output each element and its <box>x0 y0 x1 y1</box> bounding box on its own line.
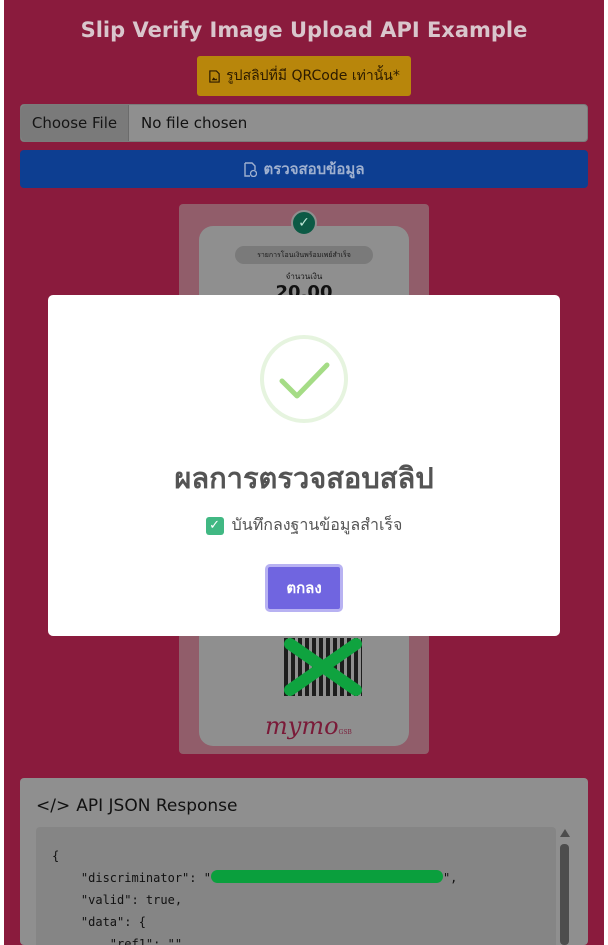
dialog-message-text: บันทึกลงฐานข้อมูลสำเร็จ <box>231 515 403 534</box>
ok-button[interactable]: ตกลง <box>265 564 343 612</box>
modal-overlay: ผลการตรวจสอบสลิป ✓ บันทึกลงฐานข้อมูลสำเร… <box>0 0 608 945</box>
success-check-icon <box>279 362 330 399</box>
dialog-title: ผลการตรวจสอบสลิป <box>174 461 434 495</box>
dialog-message: ✓ บันทึกลงฐานข้อมูลสำเร็จ <box>48 513 560 538</box>
result-dialog: ผลการตรวจสอบสลิป ✓ บันทึกลงฐานข้อมูลสำเร… <box>48 295 560 636</box>
checkbox-checked-icon: ✓ <box>205 516 224 535</box>
